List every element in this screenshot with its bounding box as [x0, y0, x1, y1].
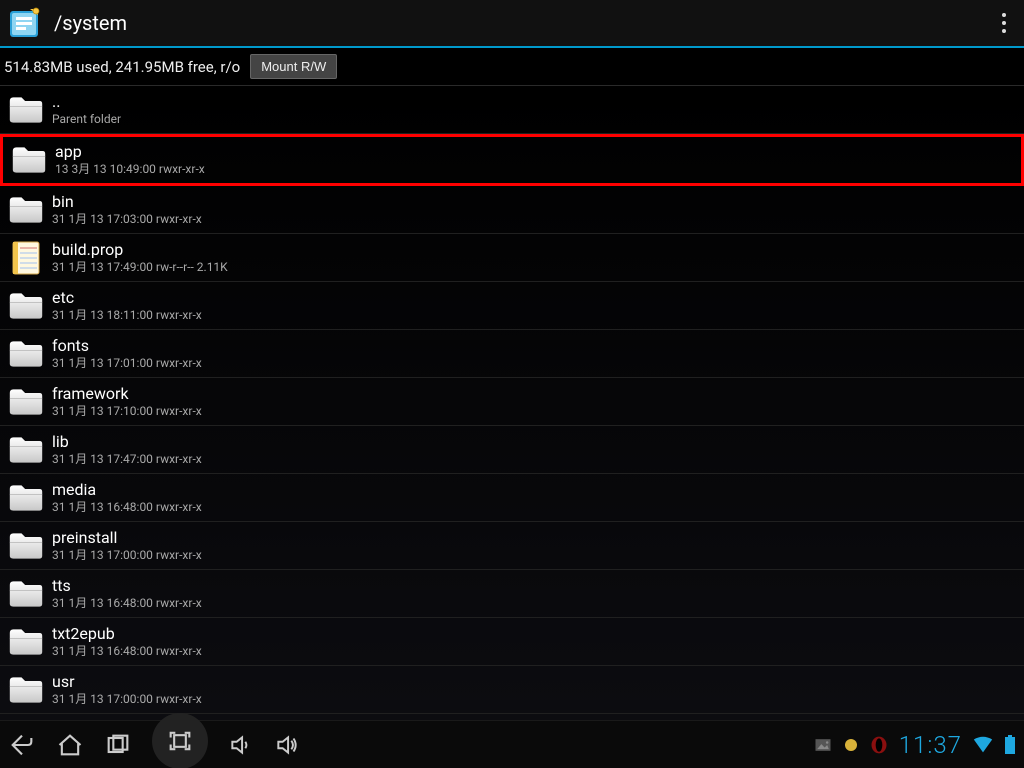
folder-icon	[9, 140, 49, 180]
file-icon	[6, 238, 46, 278]
file-name: app	[55, 143, 205, 161]
file-name: ..	[52, 93, 121, 111]
file-row[interactable]: etc31 1月 13 18:11:00 rwxr-xr-x	[0, 282, 1024, 330]
storage-status: 514.83MB used, 241.95MB free, r/o	[4, 58, 240, 76]
folder-icon	[6, 90, 46, 130]
file-name: tts	[52, 577, 202, 595]
app-bar: /system	[0, 0, 1024, 48]
clock: 11:37	[899, 731, 962, 759]
picture-icon	[813, 735, 833, 755]
file-meta: 31 1月 13 17:03:00 rwxr-xr-x	[52, 211, 202, 227]
page-title: /system	[54, 11, 992, 35]
file-row[interactable]: build.prop31 1月 13 17:49:00 rw-r--r-- 2.…	[0, 234, 1024, 282]
app-icon	[8, 5, 44, 41]
file-name: bin	[52, 193, 202, 211]
folder-icon	[6, 526, 46, 566]
file-meta: 31 1月 13 17:01:00 rwxr-xr-x	[52, 355, 202, 371]
file-name: framework	[52, 385, 202, 403]
wifi-icon	[972, 735, 994, 755]
system-nav-bar: 11:37	[0, 720, 1024, 768]
status-row: 514.83MB used, 241.95MB free, r/o Mount …	[0, 48, 1024, 86]
file-name: media	[52, 481, 202, 499]
file-row[interactable]: framework31 1月 13 17:10:00 rwxr-xr-x	[0, 378, 1024, 426]
file-name: txt2epub	[52, 625, 202, 643]
file-row[interactable]: media31 1月 13 16:48:00 rwxr-xr-x	[0, 474, 1024, 522]
circle-status-icon	[843, 737, 859, 753]
file-row[interactable]: txt2epub31 1月 13 16:48:00 rwxr-xr-x	[0, 618, 1024, 666]
overflow-menu-icon[interactable]	[992, 11, 1016, 35]
file-row[interactable]: ..Parent folder	[0, 86, 1024, 134]
file-row[interactable]: tts31 1月 13 16:48:00 rwxr-xr-x	[0, 570, 1024, 618]
battery-icon	[1004, 735, 1016, 755]
back-icon[interactable]	[8, 731, 36, 759]
home-icon[interactable]	[56, 731, 84, 759]
folder-icon	[6, 574, 46, 614]
folder-icon	[6, 382, 46, 422]
volume-up-icon[interactable]	[274, 732, 300, 758]
file-name: fonts	[52, 337, 202, 355]
recent-apps-icon[interactable]	[104, 731, 132, 759]
file-meta: 31 1月 13 17:10:00 rwxr-xr-x	[52, 403, 202, 419]
file-row[interactable]: preinstall31 1月 13 17:00:00 rwxr-xr-x	[0, 522, 1024, 570]
folder-icon	[6, 670, 46, 710]
volume-down-icon[interactable]	[228, 732, 254, 758]
file-row[interactable]: app13 3月 13 10:49:00 rwxr-xr-x	[0, 134, 1024, 186]
folder-icon	[6, 190, 46, 230]
file-meta: 31 1月 13 16:48:00 rwxr-xr-x	[52, 499, 202, 515]
file-name: preinstall	[52, 529, 202, 547]
folder-icon	[6, 430, 46, 470]
opera-icon	[869, 735, 889, 755]
file-meta: Parent folder	[52, 111, 121, 127]
file-meta: 31 1月 13 18:11:00 rwxr-xr-x	[52, 307, 202, 323]
file-row[interactable]: bin31 1月 13 17:03:00 rwxr-xr-x	[0, 186, 1024, 234]
folder-icon	[6, 478, 46, 518]
file-name: lib	[52, 433, 202, 451]
file-meta: 31 1月 13 17:49:00 rw-r--r-- 2.11K	[52, 259, 228, 275]
folder-icon	[6, 286, 46, 326]
file-name: build.prop	[52, 241, 228, 259]
file-meta: 31 1月 13 16:48:00 rwxr-xr-x	[52, 643, 202, 659]
folder-icon	[6, 334, 46, 374]
file-row[interactable]: fonts31 1月 13 17:01:00 rwxr-xr-x	[0, 330, 1024, 378]
file-meta: 31 1月 13 17:00:00 rwxr-xr-x	[52, 547, 202, 563]
folder-icon	[6, 622, 46, 662]
screenshot-button[interactable]	[152, 713, 208, 768]
file-name: etc	[52, 289, 202, 307]
file-meta: 31 1月 13 17:47:00 rwxr-xr-x	[52, 451, 202, 467]
file-list[interactable]: ..Parent folder app13 3月 13 10:49:00 rwx…	[0, 86, 1024, 720]
file-row[interactable]: lib31 1月 13 17:47:00 rwxr-xr-x	[0, 426, 1024, 474]
file-meta: 31 1月 13 16:48:00 rwxr-xr-x	[52, 595, 202, 611]
file-row[interactable]: usr31 1月 13 17:00:00 rwxr-xr-x	[0, 666, 1024, 714]
file-name: usr	[52, 673, 202, 691]
mount-rw-button[interactable]: Mount R/W	[250, 54, 337, 79]
file-meta: 31 1月 13 17:00:00 rwxr-xr-x	[52, 691, 202, 707]
file-meta: 13 3月 13 10:49:00 rwxr-xr-x	[55, 161, 205, 177]
